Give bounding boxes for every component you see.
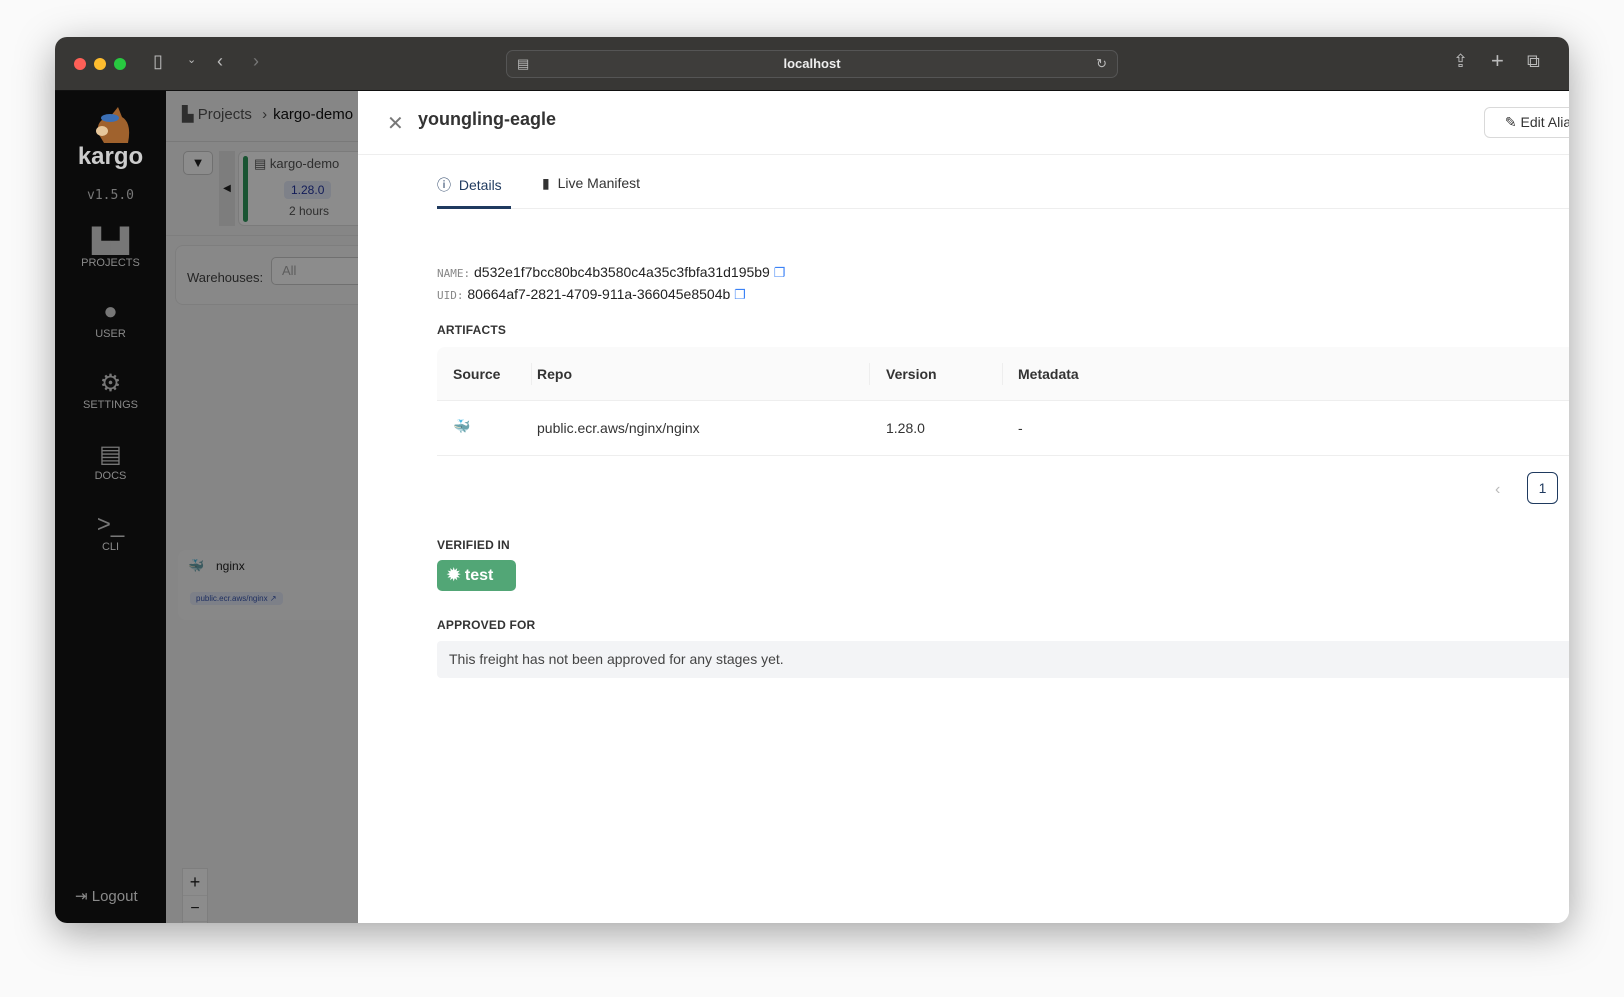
back-icon[interactable]: ‹ [217, 51, 223, 72]
browser-toolbar: ▯ ⌄ ‹ › ▤ localhost ↻ ⇪ + ⧉ [55, 37, 1569, 91]
reload-icon[interactable]: ↻ [1096, 51, 1107, 77]
copy-name-icon[interactable]: ❐ [774, 265, 786, 280]
close-button[interactable]: ✕ [387, 111, 404, 136]
pencil-icon: ✎ [1504, 114, 1521, 130]
nav-settings[interactable]: ⚙ SETTINGS [55, 369, 166, 411]
cell-metadata: - [1018, 420, 1023, 436]
freight-name-row: NAME: d532e1f7bcc80bc4b3580c4a35c3fbfa31… [437, 264, 785, 281]
prev-page-button[interactable]: ‹ [1495, 481, 1500, 499]
column-source: Source [453, 366, 501, 382]
table-row[interactable]: 🐳 public.ecr.aws/nginx/nginx 1.28.0 - [437, 401, 1569, 456]
edit-alias-label: Edit Alias [1520, 114, 1569, 130]
artifacts-heading: ARTIFACTS [437, 323, 507, 337]
page-settings-icon[interactable]: ▤ [517, 51, 529, 77]
close-icon: ✕ [387, 113, 404, 135]
logout-label: Logout [91, 888, 138, 905]
docker-icon: 🐳 [453, 418, 471, 434]
uid-value: 80664af7-2821-4709-911a-366045e8504b [467, 286, 731, 302]
sidebar-toggle-icon[interactable]: ▯ [153, 51, 163, 72]
freight-uid-row: UID: 80664af7-2821-4709-911a-366045e8504… [437, 286, 746, 303]
name-label: NAME: [437, 267, 471, 280]
stage-icon: ✹ [447, 567, 465, 584]
nav-label: CLI [101, 541, 120, 553]
brand-name: kargo [77, 143, 144, 170]
nav-label: DOCS [94, 470, 127, 482]
column-version: Version [886, 366, 937, 382]
sidebar: kargo v1.5.0 ▙▟ PROJECTS ● USER ⚙ SETTINGS … [55, 91, 166, 923]
chevron-down-icon[interactable]: ⌄ [187, 53, 196, 66]
column-repo: Repo [537, 366, 572, 382]
tab-live-manifest[interactable]: ▮ Live Manifest [542, 175, 640, 192]
maximize-window-button[interactable] [114, 58, 126, 70]
url-text: localhost [783, 56, 841, 71]
browser-window: ▯ ⌄ ‹ › ▤ localhost ↻ ⇪ + ⧉ kargo v1.5.0… [55, 37, 1569, 923]
column-divider [1002, 363, 1003, 385]
forward-icon[interactable]: › [253, 51, 259, 72]
new-tab-icon[interactable]: + [1491, 48, 1504, 74]
freight-drawer: ✕ youngling-eagle ✎ Edit Alias ⓘ Details… [358, 91, 1569, 923]
edit-alias-button[interactable]: ✎ Edit Alias [1484, 107, 1569, 138]
minimize-window-button[interactable] [94, 58, 106, 70]
app-version: v1.5.0 [87, 188, 134, 203]
table-header: Source Repo Version Metadata [437, 347, 1569, 401]
share-icon[interactable]: ⇪ [1453, 51, 1468, 72]
nav-label: SETTINGS [82, 399, 138, 411]
column-divider [531, 363, 532, 385]
freight-title: youngling-eagle [418, 109, 557, 129]
nav-label: PROJECTS [81, 257, 140, 269]
page-1-button[interactable]: 1 [1527, 472, 1558, 504]
stage-name: test [464, 567, 494, 584]
column-metadata: Metadata [1018, 366, 1079, 382]
cell-repo: public.ecr.aws/nginx/nginx [537, 420, 700, 436]
copy-uid-icon[interactable]: ❐ [734, 287, 746, 302]
logout-button[interactable]: ⇥ Logout [75, 887, 138, 905]
verified-stage-badge[interactable]: ✹ test [437, 560, 516, 591]
kargo-logo[interactable] [88, 105, 136, 145]
nav-docs[interactable]: ▤ DOCS [55, 440, 166, 482]
logout-icon: ⇥ [75, 888, 92, 905]
info-icon: ⓘ [437, 177, 455, 193]
header-divider [358, 154, 1569, 155]
gear-icon: ⚙ [99, 370, 122, 397]
tab-details[interactable]: ⓘ Details [437, 175, 511, 209]
close-window-button[interactable] [74, 58, 86, 70]
nav-cli[interactable]: >_ CLI [55, 511, 166, 553]
tab-label: Details [458, 177, 502, 193]
user-icon: ● [103, 298, 118, 325]
file-icon: ▮ [542, 175, 554, 191]
projects-icon: ▙▟ [92, 228, 129, 255]
tabs-overview-icon[interactable]: ⧉ [1527, 51, 1540, 72]
address-bar[interactable]: ▤ localhost ↻ [506, 50, 1118, 78]
cell-version: 1.28.0 [886, 420, 925, 436]
column-divider [869, 363, 870, 385]
uid-label: UID: [437, 289, 464, 302]
approved-for-heading: APPROVED FOR [437, 618, 536, 632]
approved-empty-message: This freight has not been approved for a… [437, 641, 1569, 678]
nav-label: USER [95, 328, 126, 340]
tab-label: Live Manifest [557, 175, 641, 191]
name-value: d532e1f7bcc80bc4b3580c4a35c3fbfa31d195b9 [474, 264, 770, 280]
nav-projects[interactable]: ▙▟ PROJECTS [55, 227, 166, 269]
nav-user[interactable]: ● USER [55, 298, 166, 340]
terminal-icon: >_ [96, 511, 125, 538]
verified-in-heading: VERIFIED IN [437, 538, 510, 552]
tab-bar: ⓘ Details ▮ Live Manifest [437, 175, 1569, 209]
artifacts-table: Source Repo Version Metadata 🐳 public.ec… [437, 347, 1569, 457]
book-icon: ▤ [99, 441, 122, 468]
